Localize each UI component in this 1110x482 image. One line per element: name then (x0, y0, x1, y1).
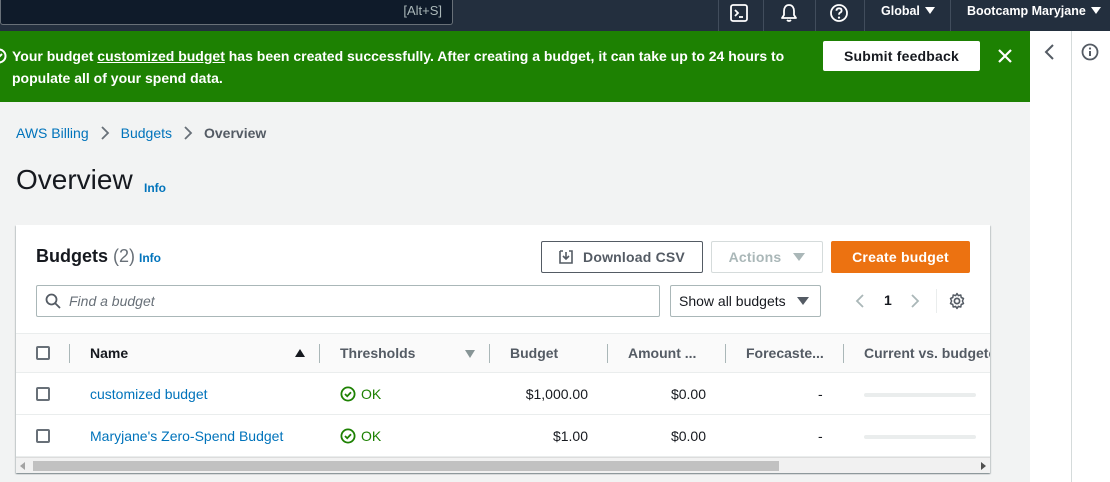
column-header-thresholds[interactable]: Thresholds (340, 345, 415, 361)
help-icon[interactable] (829, 3, 849, 23)
budget-search-input[interactable] (69, 286, 649, 316)
budgets-count: (2) (113, 246, 136, 266)
pagination-divider (936, 289, 937, 313)
submit-feedback-button[interactable]: Submit feedback (823, 41, 980, 71)
threshold-label: OK (361, 386, 382, 402)
budget-progress-bar (864, 435, 976, 439)
download-csv-button[interactable]: Download CSV (541, 241, 703, 273)
region-selector[interactable]: Global (881, 4, 935, 18)
scroll-left-arrow-icon[interactable] (20, 462, 25, 470)
nav-divider (718, 0, 719, 31)
gear-icon[interactable] (948, 292, 966, 310)
success-icon (0, 48, 7, 64)
budgets-info-link[interactable]: Info (139, 251, 161, 265)
sort-ascending-icon[interactable] (295, 349, 305, 357)
region-label: Global (881, 4, 920, 18)
top-nav: [Alt+S] Global Bootcamp Maryjane (0, 0, 1110, 31)
table-row: customized budget OK $1,000.00 $0.00 - (16, 373, 990, 415)
sort-icon[interactable] (465, 350, 475, 358)
bell-icon[interactable] (779, 3, 799, 23)
budget-progress-bar (864, 393, 976, 397)
previous-page-icon[interactable] (854, 293, 866, 309)
caret-down-icon (797, 297, 809, 305)
flash-message-prefix: Your budget (12, 48, 98, 64)
table-header: Name Thresholds Budget Amount ... Foreca… (16, 333, 990, 373)
budget-filter-select[interactable]: Show all budgets (670, 285, 821, 317)
column-divider[interactable] (489, 344, 490, 363)
column-divider[interactable] (319, 344, 320, 363)
budgets-header: Budgets (2) (36, 246, 135, 267)
search-icon (45, 293, 61, 309)
actual-amount: $0.00 (670, 386, 706, 402)
cloudshell-icon[interactable] (729, 3, 749, 23)
breadcrumb-budgets[interactable]: Budgets (121, 125, 172, 141)
page-number[interactable]: 1 (884, 292, 892, 308)
page-info-link[interactable]: Info (144, 181, 166, 195)
global-search-input[interactable]: [Alt+S] (0, 0, 453, 25)
actions-dropdown[interactable]: Actions (711, 241, 823, 273)
chevron-right-icon (100, 126, 109, 140)
table-row: Maryjane's Zero-Spend Budget OK $1.00 $0… (16, 415, 990, 457)
forecasted-amount: - (818, 386, 823, 402)
budget-name-link[interactable]: customized budget (90, 386, 208, 402)
search-shortcut-hint: [Alt+S] (403, 3, 442, 18)
panel-divider (1071, 31, 1072, 482)
budget-name-link[interactable]: Maryjane's Zero-Spend Budget (90, 428, 283, 444)
create-budget-button[interactable]: Create budget (831, 241, 970, 273)
scrollbar-thumb[interactable] (33, 461, 779, 471)
caret-down-icon (924, 7, 935, 14)
column-header-amount[interactable]: Amount ... (628, 345, 696, 361)
threshold-label: OK (361, 428, 382, 444)
nav-divider (864, 0, 865, 31)
account-menu[interactable]: Bootcamp Maryjane (967, 4, 1101, 18)
column-header-forecasted[interactable]: Forecaste... (746, 345, 824, 361)
breadcrumb: AWS Billing Budgets Overview (16, 125, 266, 141)
download-csv-label: Download CSV (583, 249, 685, 265)
caret-down-icon (1090, 7, 1101, 14)
breadcrumb-current: Overview (204, 125, 267, 141)
flash-message: Your budget customized budget has been c… (12, 45, 792, 89)
column-divider[interactable] (725, 344, 726, 363)
download-icon (559, 250, 573, 264)
check-circle-icon (340, 428, 356, 444)
column-divider[interactable] (843, 344, 844, 363)
chevron-left-icon[interactable] (1043, 43, 1057, 61)
select-all-checkbox[interactable] (36, 346, 50, 360)
actual-amount: $0.00 (670, 428, 706, 444)
column-divider[interactable] (607, 344, 608, 363)
column-header-current-vs-budgeted[interactable]: Current vs. budgeted (864, 345, 990, 361)
budget-amount: $1.00 (552, 428, 588, 444)
success-flash-banner: Your budget customized budget has been c… (0, 31, 1030, 102)
next-page-icon[interactable] (909, 293, 921, 309)
budget-link[interactable]: customized budget (97, 48, 225, 64)
chevron-right-icon (184, 126, 193, 140)
column-divider (69, 344, 70, 363)
budgets-table-container: Budgets (2) Info Download CSV Actions Cr… (16, 225, 990, 473)
threshold-status: OK (340, 386, 381, 402)
budgets-title: Budgets (36, 246, 108, 266)
column-header-budget[interactable]: Budget (510, 345, 558, 361)
caret-down-icon (793, 253, 806, 261)
row-checkbox[interactable] (36, 429, 50, 443)
row-checkbox[interactable] (36, 387, 50, 401)
threshold-status: OK (340, 428, 381, 444)
column-header-name[interactable]: Name (90, 345, 128, 361)
horizontal-scrollbar[interactable] (16, 457, 990, 473)
nav-divider (815, 0, 816, 31)
breadcrumb-aws-billing[interactable]: AWS Billing (16, 125, 89, 141)
budget-filter-value: Show all budgets (679, 293, 786, 309)
nav-divider (950, 0, 951, 31)
scroll-right-arrow-icon[interactable] (981, 462, 986, 470)
actions-label: Actions (728, 249, 782, 265)
check-circle-icon (340, 386, 356, 402)
forecasted-amount: - (818, 428, 823, 444)
close-icon[interactable] (995, 46, 1015, 66)
budget-amount: $1,000.00 (525, 386, 588, 402)
account-label: Bootcamp Maryjane (967, 4, 1086, 18)
info-icon[interactable] (1081, 43, 1099, 61)
budget-search[interactable] (36, 285, 660, 317)
nav-divider (763, 0, 764, 31)
side-tools-panel (1030, 31, 1110, 482)
page-title: Overview (16, 164, 133, 195)
